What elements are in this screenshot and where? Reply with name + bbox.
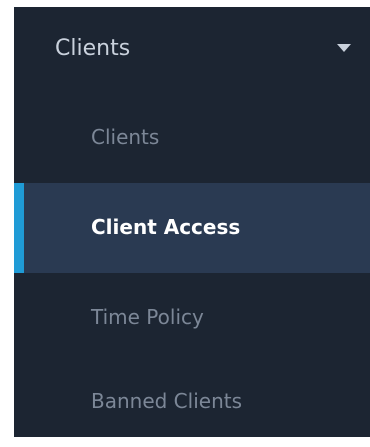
sidebar-item-label: Banned Clients	[91, 389, 243, 413]
section-label: Clients	[55, 36, 131, 61]
sidebar-item-clients[interactable]: Clients	[14, 93, 370, 183]
sidebar-item-time-policy[interactable]: Time Policy	[14, 273, 370, 363]
sidebar-item-client-access[interactable]: Client Access	[14, 183, 370, 273]
sidebar-nav: Clients Clients Client Access Time Polic…	[14, 7, 370, 437]
sidebar-item-banned-clients[interactable]: Banned Clients	[14, 357, 370, 447]
section-header-clients[interactable]: Clients	[14, 7, 370, 93]
sidebar-item-label: Time Policy	[91, 305, 204, 329]
sidebar-item-label: Clients	[91, 125, 160, 149]
sidebar-item-label: Client Access	[91, 215, 241, 239]
chevron-down-icon[interactable]	[337, 44, 351, 52]
active-indicator	[14, 183, 24, 273]
